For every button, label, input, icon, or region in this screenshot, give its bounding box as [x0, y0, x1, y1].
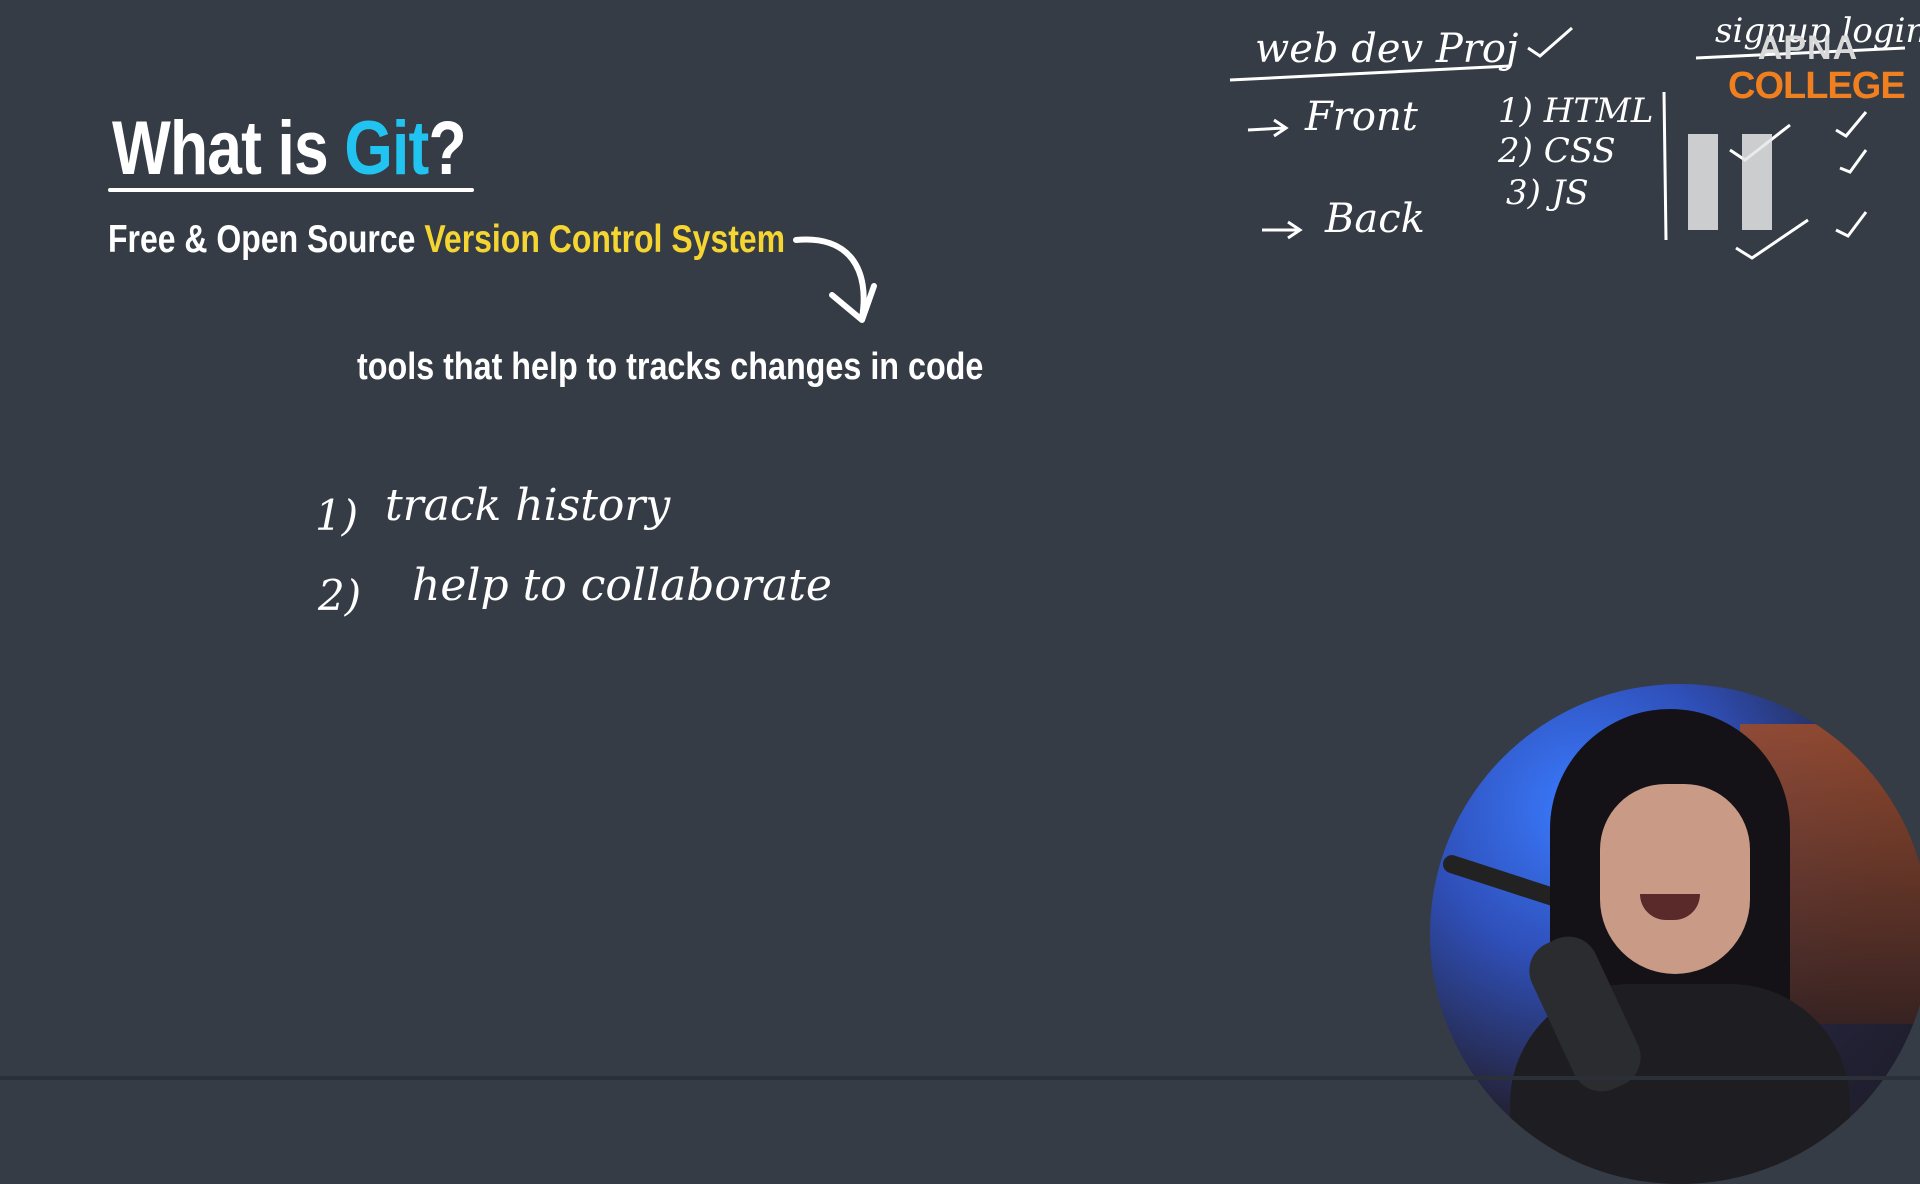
notes-heading: web dev Proj: [1255, 26, 1518, 72]
notes-back: Back: [1324, 196, 1425, 242]
notes-list-js: 3) JS: [1506, 173, 1589, 213]
pause-icon[interactable]: [1688, 134, 1772, 230]
notes-divider: [1662, 91, 1668, 241]
pause-bar-left: [1688, 134, 1718, 230]
notes-list-html: 1) HTML: [1498, 91, 1653, 131]
title-git: Git: [344, 106, 429, 191]
arrow-front-icon: [1247, 118, 1289, 138]
notes-front: Front: [1304, 94, 1419, 140]
title-prefix: What is: [112, 106, 345, 191]
check-icon: [1527, 26, 1573, 58]
slide-subtitle: Free & Open Source Version Control Syste…: [108, 218, 785, 262]
notes-list-css: 2) CSS: [1497, 131, 1616, 171]
title-suffix: ?: [428, 106, 466, 191]
note-2-text: help to collaborate: [412, 560, 832, 611]
video-progress-bar[interactable]: [0, 1076, 1920, 1080]
pause-bar-right: [1742, 134, 1772, 230]
lecture-slide: What is Git? Free & Open Source Version …: [0, 0, 1920, 1184]
subtitle-prefix: Free & Open Source: [108, 218, 425, 261]
brand-line-2: COLLEGE: [1728, 65, 1906, 107]
presenter-webcam: [1430, 684, 1920, 1184]
subtitle-vcs: Version Control System: [424, 218, 786, 261]
presenter-face: [1600, 784, 1750, 974]
definition-text: tools that help to tracks changes in cod…: [357, 346, 984, 388]
note-1-number: 1): [315, 491, 358, 540]
brand-logo: APNA COLLEGE: [1728, 29, 1906, 107]
slide-title: What is Git?: [112, 105, 467, 192]
note-2-number: 2): [317, 571, 361, 620]
title-underline: [108, 188, 474, 192]
arrow-back-icon: [1262, 220, 1303, 240]
brand-line-1: APNA: [1757, 29, 1859, 67]
notes-heading-underline: [1229, 64, 1511, 82]
curved-arrow-icon: [793, 236, 877, 323]
note-1-text: track history: [385, 480, 671, 531]
